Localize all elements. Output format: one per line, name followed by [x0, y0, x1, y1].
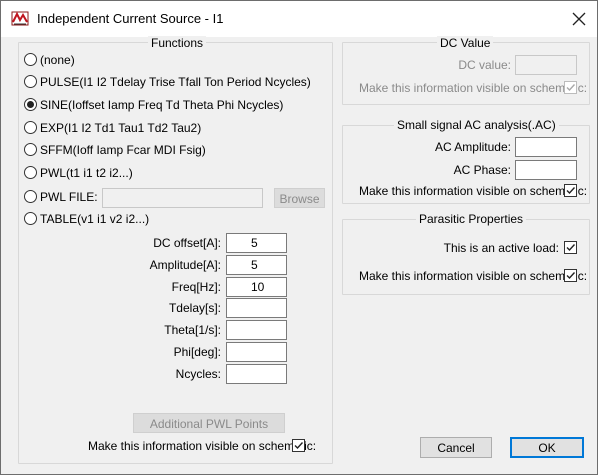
close-icon — [572, 12, 586, 26]
ltspice-app-icon — [11, 10, 29, 28]
radio-none[interactable] — [24, 53, 37, 66]
radio-sffm[interactable] — [24, 143, 37, 156]
checkmark-icon — [566, 272, 576, 280]
radio-label-pwl[interactable]: PWL(t1 i1 t2 i2...) — [40, 166, 133, 180]
ac-visible-checkbox[interactable] — [564, 184, 577, 197]
dc-offset-label: DC offset[A]: — [153, 236, 221, 250]
ncycles-label: Ncycles: — [175, 367, 221, 381]
theta-input[interactable] — [226, 320, 287, 340]
ok-button[interactable]: OK — [510, 437, 584, 458]
radio-sine[interactable] — [24, 98, 37, 111]
active-load-checkbox[interactable] — [564, 241, 577, 254]
checkmark-icon — [566, 84, 576, 92]
parasitic-group — [342, 219, 590, 295]
theta-label: Theta[1/s]: — [164, 323, 221, 337]
dc-offset-input[interactable]: 5 — [226, 233, 287, 253]
radio-pwl[interactable] — [24, 166, 37, 179]
parasitic-visible-label: Make this information visible on schemat… — [359, 269, 588, 283]
radio-pulse[interactable] — [24, 75, 37, 88]
ac-phase-input[interactable] — [515, 160, 577, 180]
ac-visible-label: Make this information visible on schemat… — [359, 184, 588, 198]
dc-value-group-title: DC Value — [437, 36, 494, 50]
active-load-label: This is an active load: — [443, 241, 559, 255]
cancel-button[interactable]: Cancel — [420, 437, 492, 458]
window-title: Independent Current Source - I1 — [37, 11, 224, 26]
phi-label: Phi[deg]: — [173, 345, 221, 359]
ncycles-input[interactable] — [226, 364, 287, 384]
parasitic-group-title: Parasitic Properties — [416, 212, 527, 226]
dc-visible-label: Make this information visible on schemat… — [359, 81, 588, 95]
additional-pwl-points-button[interactable]: Additional PWL Points — [133, 413, 285, 433]
dc-value-input[interactable] — [515, 55, 577, 75]
tdelay-input[interactable] — [226, 298, 287, 318]
visible-on-schematic-label: Make this information visible on schemat… — [88, 439, 317, 453]
ac-amplitude-label: AC Amplitude: — [434, 140, 511, 154]
freq-input[interactable]: 10 — [226, 277, 287, 297]
visible-on-schematic-checkbox[interactable] — [292, 439, 305, 452]
radio-pwl-file[interactable] — [24, 190, 37, 203]
radio-table[interactable] — [24, 212, 37, 225]
radio-label-table[interactable]: TABLE(v1 i1 v2 i2...) — [40, 212, 149, 226]
radio-label-sffm[interactable]: SFFM(Ioff Iamp Fcar MDI Fsig) — [40, 143, 206, 157]
radio-label-sine[interactable]: SINE(Ioffset Iamp Freq Td Theta Phi Ncyc… — [40, 98, 283, 112]
parasitic-visible-checkbox[interactable] — [564, 269, 577, 282]
checkmark-icon — [566, 187, 576, 195]
close-button[interactable] — [567, 7, 591, 31]
title-bar[interactable]: Independent Current Source - I1 — [1, 1, 597, 37]
browse-button[interactable]: Browse — [274, 188, 325, 208]
radio-exp[interactable] — [24, 121, 37, 134]
amplitude-label: Amplitude[A]: — [149, 258, 221, 272]
checkmark-icon — [566, 244, 576, 252]
ac-amplitude-input[interactable] — [515, 137, 577, 157]
freq-label: Freq[Hz]: — [171, 280, 221, 294]
radio-label-none[interactable]: (none) — [40, 53, 75, 67]
radio-label-pwl-file[interactable]: PWL FILE: — [40, 190, 98, 204]
radio-label-exp[interactable]: EXP(I1 I2 Td1 Tau1 Td2 Tau2) — [40, 121, 201, 135]
pwl-file-input[interactable] — [102, 188, 263, 208]
radio-label-pulse[interactable]: PULSE(I1 I2 Tdelay Trise Tfall Ton Perio… — [40, 75, 311, 89]
checkmark-icon — [294, 442, 304, 450]
dc-visible-checkbox[interactable] — [564, 81, 577, 94]
current-source-dialog: Independent Current Source - I1 Function… — [0, 0, 598, 475]
phi-input[interactable] — [226, 342, 287, 362]
functions-group-title: Functions — [148, 36, 207, 50]
ac-phase-label: AC Phase: — [453, 163, 511, 177]
tdelay-label: Tdelay[s]: — [168, 301, 221, 315]
dc-value-label: DC value: — [458, 58, 511, 72]
ac-analysis-group-title: Small signal AC analysis(.AC) — [394, 118, 559, 132]
amplitude-input[interactable]: 5 — [226, 255, 287, 275]
